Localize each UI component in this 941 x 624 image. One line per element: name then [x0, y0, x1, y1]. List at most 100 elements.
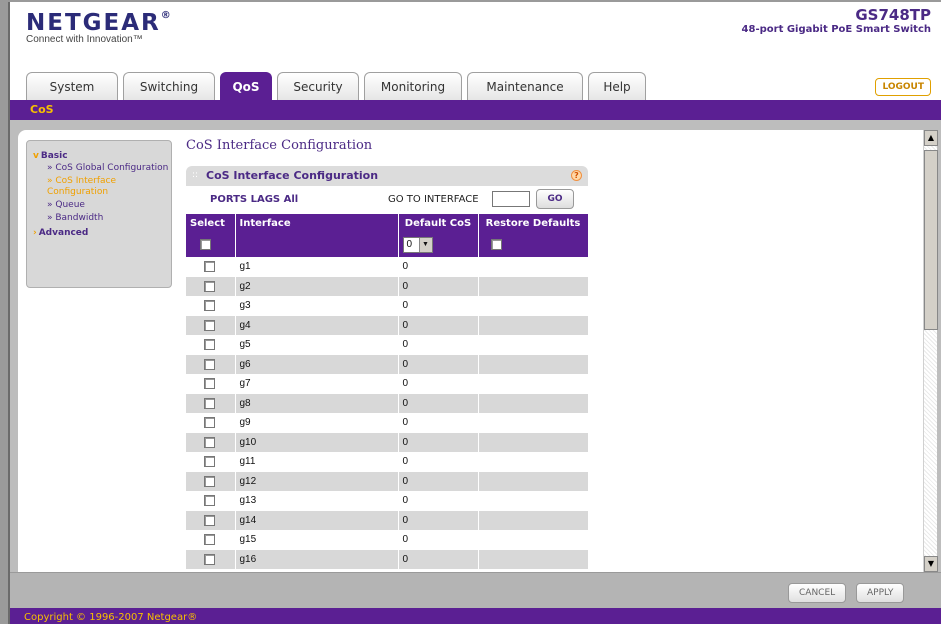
nav-item-bandwidth[interactable]: » Bandwidth: [33, 213, 171, 224]
ports-lags-all-links[interactable]: PORTS LAGS All: [210, 194, 298, 205]
row-select-checkbox[interactable]: [204, 397, 215, 409]
row-select-checkbox[interactable]: [204, 475, 215, 487]
table-row: g8 0: [186, 393, 589, 413]
select-cell: [186, 296, 236, 316]
select-cell: [186, 335, 236, 355]
row-select-checkbox[interactable]: [204, 417, 215, 429]
select-cell: [186, 257, 236, 277]
interface-cell: g7: [235, 374, 399, 394]
row-select-checkbox[interactable]: [204, 319, 215, 331]
vertical-scrollbar[interactable]: ▲ ▼: [923, 130, 938, 572]
row-select-checkbox[interactable]: [204, 495, 215, 507]
panel-toolbar: PORTS LAGS All GO TO INTERFACE GO: [186, 186, 588, 214]
table-row: g2 0: [186, 276, 589, 296]
row-select-checkbox[interactable]: [204, 300, 215, 312]
tab-system[interactable]: System: [26, 72, 118, 100]
restore-defaults-cell: [478, 257, 589, 277]
nav-group-advanced[interactable]: › Advanced: [33, 228, 171, 238]
page-title: CoS Interface Configuration: [186, 138, 373, 153]
table-row: g16 0: [186, 549, 589, 569]
interface-cell: g10: [235, 432, 399, 452]
nav-item-cos-global[interactable]: » CoS Global Configuration: [33, 163, 171, 174]
apply-button[interactable]: APPLY: [856, 583, 905, 603]
row-select-checkbox[interactable]: [204, 553, 215, 565]
tab-help[interactable]: Help: [588, 72, 646, 100]
logout-button[interactable]: LOGOUT: [875, 78, 931, 96]
tab-maintenance[interactable]: Maintenance: [467, 72, 583, 100]
interface-cell: g3: [235, 296, 399, 316]
restore-defaults-cell: [478, 452, 589, 472]
table-row: g7 0: [186, 374, 589, 394]
restore-defaults-cell: [478, 315, 589, 335]
default-cos-select-value: 0: [406, 239, 413, 250]
restore-defaults-checkbox[interactable]: [490, 239, 502, 251]
table-row: g3 0: [186, 296, 589, 316]
row-select-checkbox[interactable]: [204, 514, 215, 526]
nav-group-basic[interactable]: v Basic: [33, 151, 171, 161]
row-select-checkbox[interactable]: [204, 339, 215, 351]
table-control-row: 0 ▼: [186, 233, 589, 257]
restore-defaults-cell: [478, 491, 589, 511]
select-cell: [186, 549, 236, 569]
nav-item-cos-interface[interactable]: » CoS Interface Configuration: [33, 176, 171, 198]
select-cell: [186, 452, 236, 472]
row-select-checkbox[interactable]: [204, 436, 215, 448]
select-cell: [186, 530, 236, 550]
default-cos-cell: 0: [398, 393, 479, 413]
goto-interface-label: GO TO INTERFACE: [388, 194, 479, 205]
goto-interface-input[interactable]: [492, 191, 530, 207]
default-cos-cell: 0: [398, 354, 479, 374]
restore-defaults-cell: [478, 432, 589, 452]
scroll-down-arrow-icon[interactable]: ▼: [924, 556, 938, 572]
row-select-checkbox[interactable]: [204, 456, 215, 468]
default-cos-cell: 0: [398, 491, 479, 511]
interface-cell: g2: [235, 276, 399, 296]
interface-cell: g11: [235, 452, 399, 472]
subnav-item-cos[interactable]: CoS: [30, 103, 54, 116]
column-header-select: Select: [186, 214, 236, 233]
row-select-checkbox[interactable]: [204, 358, 215, 370]
table-row: g10 0: [186, 432, 589, 452]
restore-defaults-cell: [478, 393, 589, 413]
restore-defaults-cell: [478, 510, 589, 530]
cancel-button[interactable]: CANCEL: [788, 583, 847, 603]
logo-text: NETGEAR: [26, 10, 161, 36]
row-select-checkbox[interactable]: [204, 378, 215, 390]
column-header-restore-defaults: Restore Defaults: [478, 214, 589, 233]
interface-cell: g6: [235, 354, 399, 374]
interface-cell: g9: [235, 413, 399, 433]
select-all-checkbox[interactable]: [200, 239, 211, 251]
tab-security[interactable]: Security: [277, 72, 359, 100]
netgear-logo: NETGEAR® Connect with Innovation™: [26, 10, 173, 45]
panel-title: CoS Interface Configuration: [206, 169, 379, 182]
chevron-down-icon: ▼: [418, 238, 432, 252]
model-block: GS748TP 48-port Gigabit PoE Smart Switch: [742, 6, 931, 35]
restore-defaults-cell: [478, 530, 589, 550]
default-cos-cell: 0: [398, 452, 479, 472]
default-cos-cell: 0: [398, 432, 479, 452]
grip-icon: ::: [192, 170, 199, 180]
column-header-default-cos: Default CoS: [398, 214, 479, 233]
default-cos-select[interactable]: 0 ▼: [402, 237, 433, 253]
restore-defaults-cell: [478, 335, 589, 355]
default-cos-cell: 0: [398, 296, 479, 316]
row-select-checkbox[interactable]: [204, 261, 215, 273]
interface-cell: g13: [235, 491, 399, 511]
scrollbar-thumb[interactable]: [924, 150, 938, 330]
go-button[interactable]: GO: [536, 189, 574, 209]
tab-switching[interactable]: Switching: [123, 72, 215, 100]
scroll-up-arrow-icon[interactable]: ▲: [924, 130, 938, 146]
table-row: g9 0: [186, 413, 589, 433]
main-tabs: System Switching QoS Security Monitoring…: [26, 72, 651, 100]
row-select-checkbox[interactable]: [204, 280, 215, 292]
footer-button-bar: CANCEL APPLY: [10, 572, 941, 608]
tab-monitoring[interactable]: Monitoring: [364, 72, 462, 100]
tab-qos[interactable]: QoS: [220, 72, 272, 100]
row-select-checkbox[interactable]: [204, 534, 215, 546]
restore-defaults-cell: [478, 296, 589, 316]
select-cell: [186, 276, 236, 296]
help-icon[interactable]: ?: [571, 170, 582, 181]
table-row: g11 0: [186, 452, 589, 472]
nav-item-queue[interactable]: » Queue: [33, 200, 171, 211]
table-row: g15 0: [186, 530, 589, 550]
